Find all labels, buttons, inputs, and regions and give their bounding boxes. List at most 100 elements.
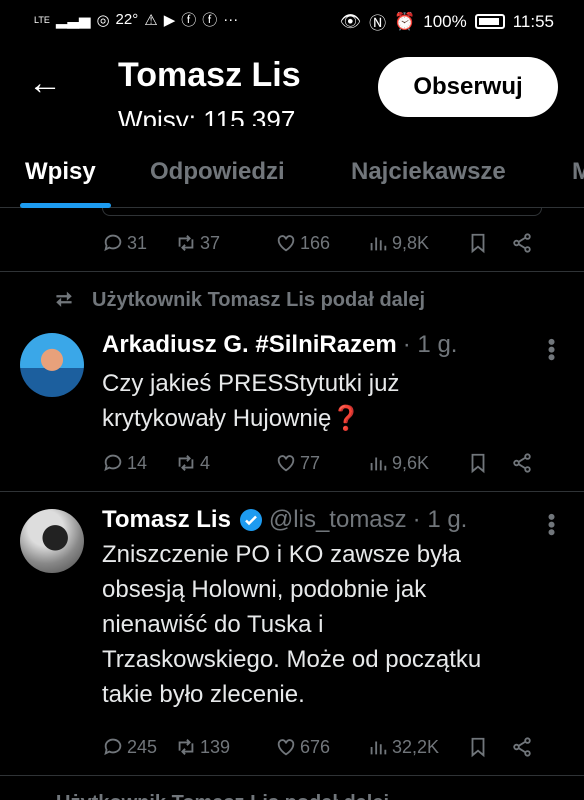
post-actions: 14 4 77 9,6K	[102, 448, 554, 478]
reply-count: 14	[127, 452, 148, 473]
views-count: 9,6K	[392, 452, 430, 473]
battery-icon	[474, 14, 505, 29]
repost-note[interactable]: ⮂ Użytkownik Tomasz Lis podał dalej	[56, 289, 425, 312]
like-button[interactable]: 676	[275, 736, 367, 758]
facebook-icon-2: ⓕ	[202, 12, 218, 29]
repost-icon	[178, 455, 194, 471]
reply-count: 31	[127, 232, 148, 253]
status-left: LTE ▂▃▅ ◎ 22° ⚠ ▶ ⓕ ⓕ ···	[34, 9, 238, 30]
reply-button[interactable]: 245	[102, 736, 175, 758]
views-count: 9,8K	[392, 232, 430, 253]
tab-more[interactable]: M	[572, 158, 584, 186]
facebook-icon: ⓕ	[181, 12, 197, 29]
battery-percent: 100%	[423, 11, 467, 31]
status-bar: LTE ▂▃▅ ◎ 22° ⚠ ▶ ⓕ ⓕ ··· 👁 Ⓝ ⏰ 100% 11:…	[0, 0, 584, 40]
reply-icon	[104, 738, 122, 756]
share-button[interactable]	[511, 452, 533, 474]
alarm-icon: ⏰	[394, 11, 416, 31]
back-arrow-icon[interactable]: ←	[28, 66, 62, 100]
more-options-icon[interactable]: •••	[539, 338, 564, 361]
reply-button[interactable]: 14	[102, 452, 175, 474]
divider	[0, 775, 584, 776]
tab-posts[interactable]: Wpisy	[25, 158, 96, 186]
bookmark-button[interactable]	[467, 452, 511, 474]
network-type: LTE	[34, 14, 50, 25]
views-count: 32,2K	[392, 736, 440, 757]
share-icon	[513, 737, 531, 757]
tab-replies[interactable]: Odpowiedzi	[150, 158, 285, 186]
heart-icon	[277, 455, 295, 472]
avatar[interactable]	[20, 509, 84, 573]
signal-icon: ▂▃▅	[55, 11, 91, 29]
repost-count: 37	[200, 232, 221, 253]
post-text-line: takie było zlecenie.	[102, 681, 305, 708]
repost-button[interactable]: 139	[175, 736, 275, 758]
more-options-icon[interactable]: •••	[539, 513, 564, 536]
reply-icon	[104, 454, 122, 472]
nfc-icon: Ⓝ	[369, 14, 387, 33]
post-text-line: krytykowały Hujownię❓	[102, 405, 362, 432]
post-time: · 1 g.	[412, 506, 468, 533]
author-name[interactable]: Arkadiusz G. #SilniRazem	[102, 331, 397, 359]
views-icon	[370, 741, 387, 755]
warning-icon: ⚠	[144, 11, 158, 29]
post-author-line: Arkadiusz G. #SilniRazem · 1 g.	[102, 331, 457, 359]
temperature: 22°	[115, 11, 139, 28]
post-text-line: nienawiść do Tuska i	[102, 611, 324, 638]
heart-icon	[277, 739, 295, 756]
post-count: Wpisy: 115 397	[118, 105, 296, 126]
next-repost-note: Użytkownik Tomasz Lis podał dalej	[56, 792, 389, 800]
like-button[interactable]: 77	[275, 452, 367, 474]
reply-icon	[104, 234, 122, 252]
post-time: · 1 g.	[402, 331, 458, 358]
bookmark-button[interactable]	[467, 232, 511, 254]
repost-icon	[178, 739, 194, 755]
like-count: 166	[300, 232, 331, 253]
share-button[interactable]	[511, 232, 533, 254]
views-button[interactable]: 9,6K	[367, 452, 467, 474]
reply-button[interactable]: 31	[102, 232, 175, 254]
divider	[0, 271, 584, 272]
previous-card-edge	[102, 208, 542, 216]
follow-button[interactable]: Obserwuj	[378, 57, 558, 117]
profile-header: ← Tomasz Lis Wpisy: 115 397 Obserwuj	[0, 40, 584, 130]
like-count: 77	[300, 452, 321, 473]
clock: 11:55	[512, 11, 554, 31]
repost-count: 139	[200, 736, 231, 757]
views-button[interactable]: 9,8K	[367, 232, 467, 254]
repost-note-text: Użytkownik Tomasz Lis podał dalej	[92, 289, 426, 311]
profile-name: Tomasz Lis	[118, 56, 301, 94]
more-notifications-icon: ···	[223, 11, 239, 28]
share-icon	[513, 233, 531, 253]
eye-icon: 👁	[339, 11, 362, 31]
repost-button[interactable]: 4	[175, 452, 275, 474]
post-text-line: Zniszczenie PO i KO zawsze była	[102, 541, 461, 568]
post-text: Zniszczenie PO i KO zawsze była obsesją …	[102, 537, 532, 712]
status-right: 👁 Ⓝ ⏰ 100% 11:55	[339, 9, 554, 34]
repost-count: 4	[200, 452, 211, 473]
youtube-icon: ▶	[163, 11, 176, 29]
views-icon	[370, 237, 387, 251]
active-tab-indicator	[20, 203, 111, 208]
author-handle[interactable]: @lis_tomasz	[269, 506, 407, 534]
views-button[interactable]: 32,2K	[367, 736, 467, 758]
share-button[interactable]	[511, 736, 533, 758]
heart-icon	[277, 235, 295, 252]
reply-count: 245	[127, 736, 158, 757]
bookmark-button[interactable]	[467, 736, 511, 758]
tab-highlights[interactable]: Najciekawsze	[351, 158, 506, 186]
avatar[interactable]	[20, 333, 84, 397]
post-text-line: obsesją Holowni, podobnie jak	[102, 576, 427, 603]
post-text-line: Czy jakieś PRESStytutki już	[102, 370, 400, 397]
prev-post-actions: 31 37 166 9,8K	[102, 228, 554, 258]
bookmark-icon	[471, 233, 485, 254]
question-emoji: ❓	[331, 405, 362, 432]
post-text-line: Trzaskowskiego. Może od początku	[102, 646, 482, 673]
like-button[interactable]: 166	[275, 232, 367, 254]
author-name[interactable]: Tomasz Lis	[102, 506, 231, 534]
post-text: Czy jakieś PRESStytutki już krytykowały …	[102, 366, 532, 436]
like-count: 676	[300, 736, 331, 757]
profile-tabs: Wpisy Odpowiedzi Najciekawsze M	[0, 142, 584, 208]
post-actions: 245 139 676 32,2K	[102, 732, 554, 762]
repost-button[interactable]: 37	[175, 232, 275, 254]
